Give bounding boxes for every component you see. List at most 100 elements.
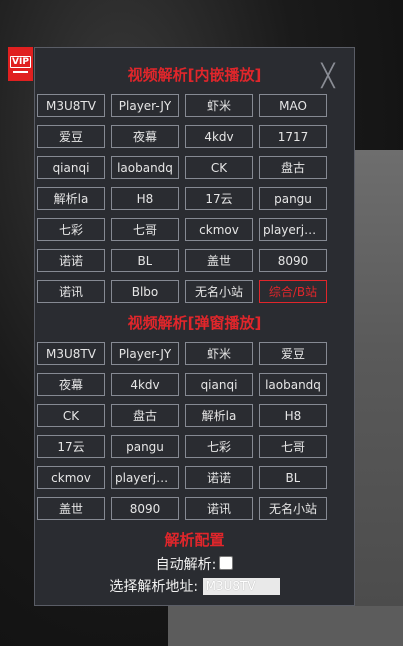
popup-parse-button[interactable]: 8090 [111, 497, 179, 520]
popup-parse-button[interactable]: 七哥 [259, 435, 327, 458]
embed-parse-button[interactable]: pangu [259, 187, 327, 210]
popup-parse-button[interactable]: 4kdv [111, 373, 179, 396]
popup-parse-button[interactable]: 盘古 [111, 404, 179, 427]
popup-parse-button[interactable]: laobandq [259, 373, 327, 396]
embed-parse-button-label: 诺讯 [58, 285, 83, 299]
embed-parse-button[interactable]: Blbo [111, 280, 179, 303]
popup-parse-button-label: 盘古 [132, 409, 157, 423]
popup-parse-button-label: 七哥 [280, 440, 305, 454]
embed-parse-button[interactable]: 诺诺 [37, 249, 105, 272]
embed-parse-button[interactable]: 8090 [259, 249, 327, 272]
auto-parse-row: 自动解析: [35, 556, 354, 574]
embed-parse-button[interactable]: 17云 [185, 187, 253, 210]
embed-parse-button[interactable]: 爱豆 [37, 125, 105, 148]
popup-parse-button[interactable]: 17云 [37, 435, 105, 458]
popup-parse-button[interactable]: ckmov [37, 466, 105, 489]
popup-section-title: 视频解析[弹窗播放] [127, 314, 262, 332]
popup-parse-button[interactable]: qianqi [185, 373, 253, 396]
popup-parse-button-label: 无名小站 [268, 502, 317, 516]
embed-parse-button-label: 爱豆 [58, 130, 83, 144]
popup-parse-button[interactable]: Player-JY [111, 342, 179, 365]
popup-parse-button-label: 爱豆 [280, 347, 305, 361]
embed-parse-button-label: pangu [274, 191, 312, 206]
vip-badge-underline [13, 70, 28, 73]
embed-parse-button-label: 17云 [205, 192, 233, 206]
embed-parse-button-label: 七哥 [132, 223, 157, 237]
embed-parse-button[interactable]: MAO [259, 94, 327, 117]
popup-parse-button[interactable]: pangu [111, 435, 179, 458]
embed-parse-button[interactable]: M3U8TV [37, 94, 105, 117]
popup-parse-button[interactable]: 七彩 [185, 435, 253, 458]
embed-parse-button-label: BL [137, 253, 153, 268]
embed-parse-button[interactable]: 综合/B站 [259, 280, 327, 303]
popup-parse-button-label: pangu [126, 439, 164, 454]
popup-parse-button-label: H8 [284, 408, 302, 423]
embed-parse-button[interactable]: BL [111, 249, 179, 272]
embed-parse-button[interactable]: 解析la [37, 187, 105, 210]
embed-parse-button[interactable]: 诺讯 [37, 280, 105, 303]
embed-parse-button-label: 综合/B站 [268, 285, 318, 299]
popup-parse-button[interactable]: playerjy/... [111, 466, 179, 489]
embed-parse-button[interactable]: 七哥 [111, 218, 179, 241]
embed-parse-button-label: Blbo [131, 284, 159, 299]
embed-parse-button[interactable]: 1717 [259, 125, 327, 148]
embed-parse-button[interactable]: ckmov [185, 218, 253, 241]
embed-parse-button[interactable]: qianqi [37, 156, 105, 179]
popup-parse-button[interactable]: M3U8TV [37, 342, 105, 365]
embed-parse-button[interactable]: 虾米 [185, 94, 253, 117]
popup-parse-button-label: 8090 [129, 501, 161, 516]
popup-parse-button-label: 诺诺 [206, 471, 231, 485]
embed-parse-button-label: CK [210, 160, 228, 175]
popup-parse-button-label: 诺讯 [206, 502, 231, 516]
select-address-label: 选择解析地址: [109, 579, 199, 595]
embed-parse-button[interactable]: 盘古 [259, 156, 327, 179]
popup-parse-button-label: 虾米 [206, 347, 231, 361]
embed-parse-button-label: 七彩 [58, 223, 83, 237]
popup-parse-button[interactable]: 解析la [185, 404, 253, 427]
embed-parse-button-label: laobandq [117, 160, 173, 175]
embed-parse-button-label: 8090 [277, 253, 309, 268]
auto-parse-checkbox[interactable] [219, 556, 234, 570]
embed-parse-button-label: Player-JY [118, 98, 172, 113]
embed-parse-button-label: 无名小站 [194, 285, 243, 299]
embed-parse-button[interactable]: CK [185, 156, 253, 179]
popup-parse-button[interactable]: CK [37, 404, 105, 427]
embed-parse-button-label: qianqi [52, 160, 90, 175]
popup-parse-button[interactable]: H8 [259, 404, 327, 427]
popup-parse-button-label: BL [285, 470, 301, 485]
popup-parse-button[interactable]: 爱豆 [259, 342, 327, 365]
embed-parse-button[interactable]: H8 [111, 187, 179, 210]
popup-parse-button-label: playerjy/... [115, 470, 175, 485]
embed-parse-button-label: M3U8TV [46, 98, 96, 113]
popup-parse-button[interactable]: 虾米 [185, 342, 253, 365]
embed-parse-button[interactable]: 七彩 [37, 218, 105, 241]
vip-toggle-button[interactable]: VIP [8, 47, 33, 81]
embed-parse-button[interactable]: 无名小站 [185, 280, 253, 303]
popup-parse-button-label: Player-JY [118, 346, 172, 361]
popup-parse-button[interactable]: BL [259, 466, 327, 489]
embed-parse-button[interactable]: 盖世 [185, 249, 253, 272]
embed-parse-button[interactable]: 夜幕 [111, 125, 179, 148]
popup-parse-button[interactable]: 夜幕 [37, 373, 105, 396]
popup-parse-button-label: M3U8TV [46, 346, 96, 361]
popup-parse-button[interactable]: 盖世 [37, 497, 105, 520]
embed-parse-button[interactable]: Player-JY [111, 94, 179, 117]
embed-parse-button[interactable]: laobandq [111, 156, 179, 179]
popup-parse-button-label: 盖世 [58, 502, 83, 516]
embed-parse-button-label: ckmov [199, 222, 239, 237]
popup-button-grid: M3U8TV Player-JY 虾米 爱豆夜幕 4kdv qianqi laobandq C… [37, 342, 353, 520]
embed-parse-button[interactable]: 4kdv [185, 125, 253, 148]
popup-parse-button-label: CK [62, 408, 80, 423]
embed-parse-button-label: H8 [136, 191, 154, 206]
popup-parse-button[interactable]: 诺诺 [185, 466, 253, 489]
parse-address-select[interactable]: M3U8TV [202, 578, 280, 595]
popup-parse-button-label: 17云 [57, 440, 85, 454]
popup-parse-button[interactable]: 诺讯 [185, 497, 253, 520]
parse-panel: ╳ 视频解析[内嵌播放] M3U8TV Player-JY 虾米 MAO 爱豆 夜幕 4kd… [34, 47, 355, 606]
popup-parse-button[interactable]: 无名小站 [259, 497, 327, 520]
embed-parse-button-label: 盘古 [280, 161, 305, 175]
popup-parse-button-label: 4kdv [130, 377, 160, 392]
embed-parse-button[interactable]: playerjy/... [259, 218, 327, 241]
embed-parse-button-label: MAO [279, 98, 307, 113]
embed-parse-button-label: 解析la [53, 192, 89, 206]
